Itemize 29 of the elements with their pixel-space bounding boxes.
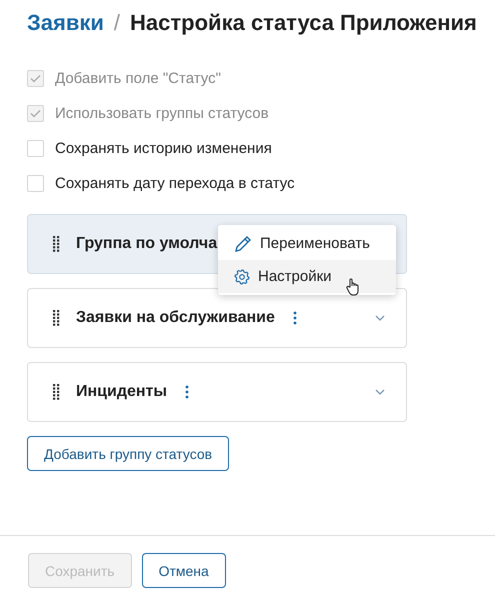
checkbox[interactable] [27,175,44,192]
drag-handle-icon[interactable] [53,310,60,326]
chevron-down-icon[interactable] [374,314,386,322]
chevron-down-icon[interactable] [374,388,386,396]
breadcrumb-separator: / [114,10,120,36]
group-name: Группа по умолча [76,235,218,253]
menu-item[interactable]: Переименовать [218,227,396,260]
group-name: Инциденты [76,383,168,401]
menu-item-label: Переименовать [260,235,370,252]
menu-item[interactable]: Настройки [218,260,396,293]
page-title: Настройка статуса Приложения [130,10,477,36]
checkbox-label: Сохранять дату перехода в статус [55,175,295,192]
check-icon [30,109,41,118]
checkbox[interactable] [27,140,44,157]
group-name: Заявки на обслуживание [76,309,275,327]
drag-handle-icon[interactable] [53,236,60,252]
add-group-button[interactable]: Добавить группу статусов [27,436,230,471]
pencil-icon [234,234,252,252]
breadcrumb-link[interactable]: Заявки [27,10,104,36]
drag-handle-icon[interactable] [53,384,60,400]
cancel-button[interactable]: Отмена [142,553,226,588]
checkbox-label: Сохранять историю изменения [55,140,272,157]
check-icon [30,74,41,83]
status-group-card[interactable]: Инциденты [27,362,407,422]
checkbox-label: Использовать группы статусов [55,105,269,122]
menu-item-label: Настройки [258,268,332,285]
gear-icon [234,268,250,284]
status-group-card[interactable]: Заявки на обслуживание [27,288,407,348]
checkbox-label: Добавить поле "Статус" [55,70,221,87]
